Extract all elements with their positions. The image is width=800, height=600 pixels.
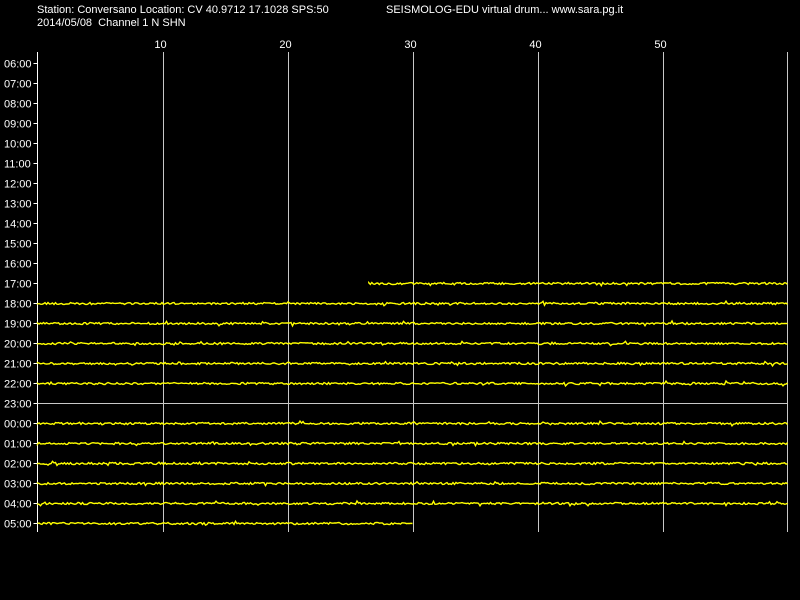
seismograph-drum-window: Station: Conversano Location: CV 40.9712… — [0, 0, 800, 600]
hour-label: 22:00 — [4, 379, 32, 391]
hour-label: 08:00 — [4, 99, 32, 111]
grid-layer — [33, 52, 788, 532]
hour-label: 19:00 — [4, 319, 32, 331]
hour-label: 03:00 — [4, 479, 32, 491]
seismic-trace — [36, 480, 788, 488]
hour-label: 20:00 — [4, 339, 32, 351]
hour-label: 18:00 — [4, 299, 32, 311]
hour-label: 16:00 — [4, 259, 32, 271]
seismic-trace — [368, 280, 788, 288]
seismic-trace — [36, 499, 788, 508]
seismic-trace — [37, 519, 413, 526]
hour-label: 15:00 — [4, 239, 32, 251]
seismic-trace — [36, 360, 788, 368]
seismic-trace — [36, 440, 789, 448]
seismic-trace — [36, 340, 788, 347]
seismic-trace — [36, 299, 788, 307]
seismic-trace — [36, 379, 788, 388]
hour-label: 04:00 — [4, 499, 32, 511]
drum-plot: 10 20 30 40 50 06:00 07:00 08:00 09:00 10:00 11:00… — [4, 39, 789, 532]
hour-label: 01:00 — [4, 439, 32, 451]
minute-tick-label: 50 — [654, 39, 666, 51]
seismic-trace — [36, 419, 789, 427]
hour-label: 00:00 — [4, 419, 32, 431]
hour-label: 17:00 — [4, 279, 32, 291]
minute-tick-label: 40 — [529, 39, 541, 51]
hour-label: 07:00 — [4, 79, 32, 91]
minute-tick-label: 20 — [279, 39, 291, 51]
hour-label: 10:00 — [4, 139, 32, 151]
minute-tick-label: 10 — [154, 39, 166, 51]
hour-label: 23:00 — [4, 399, 32, 411]
hour-label: 14:00 — [4, 219, 32, 231]
hour-label: 12:00 — [4, 179, 32, 191]
hour-label: 21:00 — [4, 359, 32, 371]
hour-label: 11:00 — [4, 159, 31, 171]
hour-label: 13:00 — [4, 199, 32, 211]
hour-label: 06:00 — [4, 59, 32, 71]
hour-label: 05:00 — [4, 519, 32, 531]
hour-label: 02:00 — [4, 459, 32, 471]
seismic-trace — [36, 319, 788, 328]
seismic-trace — [36, 460, 788, 467]
minute-tick-label: 30 — [404, 39, 416, 51]
label-layer: 10 20 30 40 50 06:00 07:00 08:00 09:00 10:00 11:00… — [4, 39, 667, 531]
hour-label: 09:00 — [4, 119, 32, 131]
